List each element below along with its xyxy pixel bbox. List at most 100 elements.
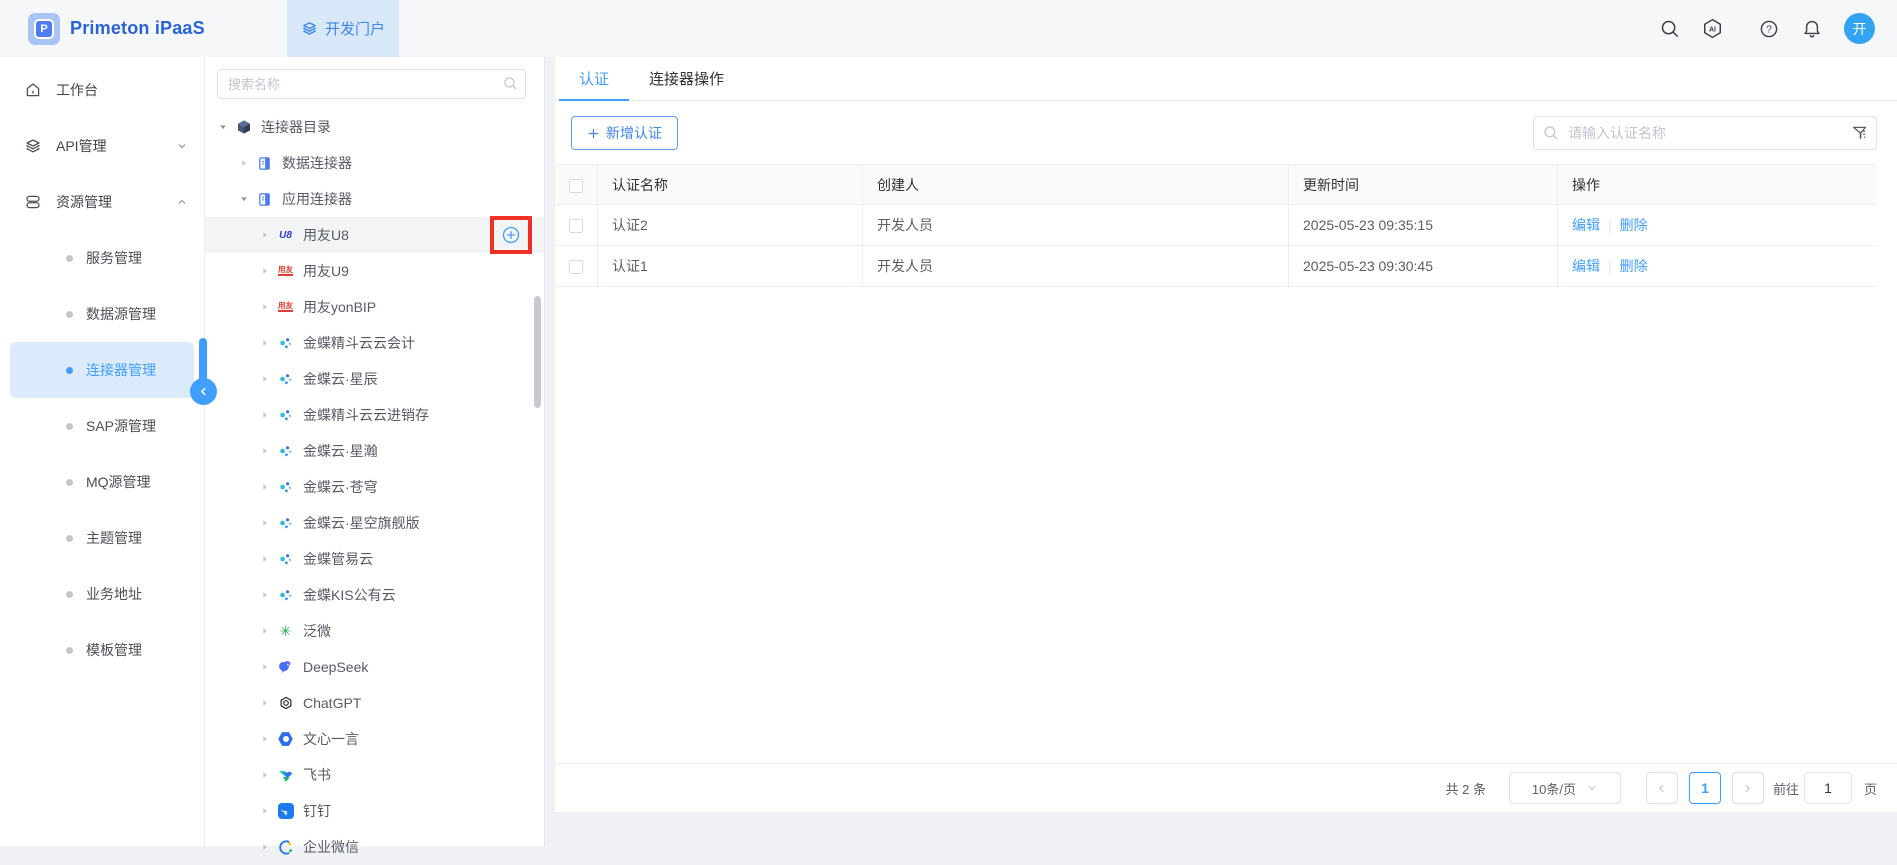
bullet-icon (66, 535, 73, 542)
ernie-bot-icon (277, 731, 294, 748)
bullet-icon (66, 311, 73, 318)
row-checkbox[interactable] (569, 260, 583, 274)
caret-right-icon[interactable] (258, 660, 272, 674)
tree-node-kingdee-xingkong-qijianban[interactable]: 金蝶云·星空旗舰版 (205, 505, 544, 541)
caret-down-icon[interactable] (216, 120, 230, 134)
caret-right-icon[interactable] (258, 444, 272, 458)
ai-assistant-icon[interactable]: AI (1702, 18, 1723, 39)
layers-icon (24, 137, 42, 155)
caret-right-icon[interactable] (258, 516, 272, 530)
row-checkbox[interactable] (569, 219, 583, 233)
sidebar-item-sap-source-mgmt[interactable]: SAP源管理 (10, 398, 194, 454)
page-number-button[interactable]: 1 (1689, 772, 1721, 804)
select-all-checkbox[interactable] (569, 179, 583, 193)
tree-node-kingdee-kis-cloud[interactable]: 金蝶KIS公有云 (205, 577, 544, 613)
tree-node-yonyou-u9[interactable]: 用友 用友U9 (205, 253, 544, 289)
tab-dev-portal[interactable]: 开发门户 (287, 0, 399, 57)
tree-node-deepseek[interactable]: DeepSeek (205, 649, 544, 685)
home-icon (24, 81, 42, 99)
cell-creator: 开发人员 (863, 246, 1289, 287)
help-icon[interactable]: ? (1758, 18, 1779, 39)
chevron-down-icon (1586, 782, 1598, 794)
prev-page-button[interactable] (1646, 772, 1678, 804)
sidebar-item-resource-mgmt[interactable]: 资源管理 (0, 174, 204, 230)
tab-connector-operations[interactable]: 连接器操作 (629, 57, 744, 100)
tree-node-yonyou-yonbip[interactable]: 用友 用友yonBIP (205, 289, 544, 325)
cell-auth-name: 认证1 (598, 246, 863, 287)
caret-right-icon[interactable] (237, 156, 251, 170)
sidebar-item-workbench[interactable]: 工作台 (0, 62, 204, 118)
edit-link[interactable]: 编辑 (1572, 217, 1600, 233)
plus-icon (587, 127, 600, 140)
caret-right-icon[interactable] (258, 408, 272, 422)
delete-link[interactable]: 删除 (1620, 258, 1648, 274)
sidebar-item-datasource-mgmt[interactable]: 数据源管理 (10, 286, 194, 342)
sidebar-nav: 工作台 API管理 资源管理 服务管理 数据源管理 连接器管理 SAP源管理 M… (0, 57, 205, 846)
sidebar-item-topic-mgmt[interactable]: 主题管理 (10, 510, 194, 566)
caret-right-icon[interactable] (258, 768, 272, 782)
tree-node-yonyou-u8[interactable]: U8 用友U8 (205, 217, 544, 253)
tree-node-kingdee-jdy-kuaiji[interactable]: 金蝶精斗云云会计 (205, 325, 544, 361)
caret-right-icon[interactable] (258, 840, 272, 854)
sidebar-item-api-mgmt[interactable]: API管理 (0, 118, 204, 174)
sidebar-item-mq-source-mgmt[interactable]: MQ源管理 (10, 454, 194, 510)
caret-right-icon[interactable] (258, 624, 272, 638)
tab-auth[interactable]: 认证 (559, 57, 629, 100)
caret-right-icon[interactable] (258, 336, 272, 350)
goto-page-input[interactable] (1804, 772, 1852, 804)
add-auth-button[interactable]: 新增认证 (571, 116, 678, 150)
tree-scrollbar-thumb[interactable] (534, 296, 541, 408)
caret-right-icon[interactable] (258, 480, 272, 494)
caret-right-icon[interactable] (258, 372, 272, 386)
tree-search-input[interactable] (217, 69, 526, 99)
auth-search-input[interactable] (1533, 116, 1877, 150)
tree-node-kingdee-guanyiyun[interactable]: 金蝶管易云 (205, 541, 544, 577)
next-page-button[interactable] (1732, 772, 1764, 804)
sidebar-item-template-mgmt[interactable]: 模板管理 (10, 622, 194, 678)
add-auth-highlight-box[interactable] (490, 216, 532, 254)
caret-down-icon[interactable] (237, 192, 251, 206)
cube-icon (235, 119, 252, 136)
dingtalk-icon (277, 803, 294, 820)
tree-node-feishu[interactable]: 飞书 (205, 757, 544, 793)
panel-collapse-button[interactable] (190, 378, 217, 405)
tree-node-app-connectors[interactable]: 应用连接器 (205, 181, 544, 217)
tree-node-chatgpt[interactable]: ChatGPT (205, 685, 544, 721)
tree-node-data-connectors[interactable]: 数据连接器 (205, 145, 544, 181)
sidebar-item-business-address[interactable]: 业务地址 (10, 566, 194, 622)
caret-right-icon[interactable] (258, 804, 272, 818)
tree-node-kingdee-jdy-jinxiaocun[interactable]: 金蝶精斗云云进销存 (205, 397, 544, 433)
yonyou-u8-icon: U8 (277, 227, 294, 244)
circle-plus-icon[interactable] (501, 225, 521, 245)
sidebar-item-label: 工作台 (56, 80, 188, 100)
caret-right-icon[interactable] (258, 732, 272, 746)
tree-node-weaver[interactable]: ✳ 泛微 (205, 613, 544, 649)
tree-node-kingdee-cangqiong[interactable]: 金蝶云·苍穹 (205, 469, 544, 505)
tree-node-wecom[interactable]: 企业微信 (205, 829, 544, 865)
caret-right-icon[interactable] (258, 300, 272, 314)
tree-node-dingtalk[interactable]: 钉钉 (205, 793, 544, 829)
sidebar-item-service-mgmt[interactable]: 服务管理 (10, 230, 194, 286)
tree-node-kingdee-xingchen[interactable]: 金蝶云·星辰 (205, 361, 544, 397)
caret-right-icon[interactable] (258, 588, 272, 602)
tree-node-ernie-bot[interactable]: 文心一言 (205, 721, 544, 757)
caret-right-icon[interactable] (258, 228, 272, 242)
delete-link[interactable]: 删除 (1620, 217, 1648, 233)
tree-node-kingdee-xinghan[interactable]: 金蝶云·星瀚 (205, 433, 544, 469)
edit-link[interactable]: 编辑 (1572, 258, 1600, 274)
caret-right-icon[interactable] (258, 264, 272, 278)
caret-right-icon[interactable] (258, 696, 272, 710)
add-auth-label: 新增认证 (606, 123, 662, 143)
sidebar-item-connector-mgmt[interactable]: 连接器管理 (10, 342, 194, 398)
tree-node-connector-catalog[interactable]: 连接器目录 (205, 109, 544, 145)
feishu-icon (277, 767, 294, 784)
filter-funnel-icon[interactable] (1851, 124, 1868, 141)
notification-bell-icon[interactable] (1801, 18, 1822, 39)
page-size-select[interactable]: 10条/页 (1509, 772, 1621, 804)
col-header-creator: 创建人 (863, 165, 1289, 205)
caret-right-icon[interactable] (258, 552, 272, 566)
user-avatar[interactable]: 开 (1844, 13, 1875, 44)
sidebar-sub-label: 连接器管理 (86, 360, 156, 380)
search-icon[interactable] (1659, 18, 1680, 39)
document-icon (256, 191, 273, 208)
